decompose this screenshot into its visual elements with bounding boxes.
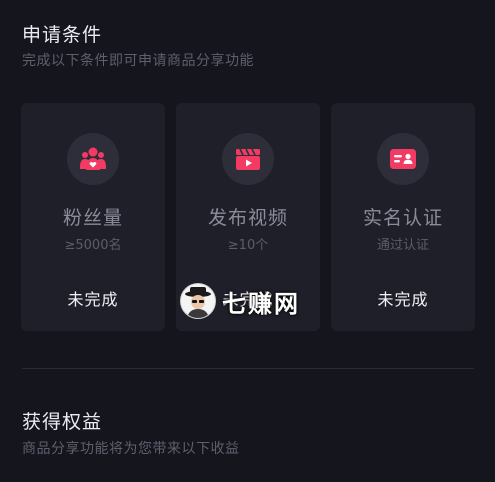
watermark: 七赚网 [180, 283, 300, 319]
card-real-name[interactable]: 实名认证 通过认证 未完成 [331, 103, 475, 331]
watermark-text: 七赚网 [222, 289, 300, 318]
card-requirement: 通过认证 [376, 238, 429, 253]
watermark-avatar-icon [180, 283, 216, 319]
card-status: 未完成 [377, 290, 429, 309]
benefits-subtitle: 商品分享功能将为您带来以下收益 [22, 441, 240, 457]
card-title: 发布视频 [207, 207, 288, 229]
benefits-title: 获得权益 [22, 411, 103, 433]
conditions-title: 申请条件 [22, 24, 103, 46]
card-status: 未完成 [67, 290, 119, 309]
section-divider [22, 368, 474, 369]
card-title: 粉丝量 [62, 207, 123, 229]
video-icon [222, 133, 274, 185]
conditions-subtitle: 完成以下条件即可申请商品分享功能 [22, 53, 254, 69]
card-fans[interactable]: 粉丝量 ≥5000名 未完成 [21, 103, 165, 331]
id-card-icon [377, 133, 429, 185]
card-requirement: ≥10个 [227, 238, 269, 253]
card-requirement: ≥5000名 [64, 238, 122, 253]
card-title: 实名认证 [362, 207, 443, 229]
fans-icon [67, 133, 119, 185]
